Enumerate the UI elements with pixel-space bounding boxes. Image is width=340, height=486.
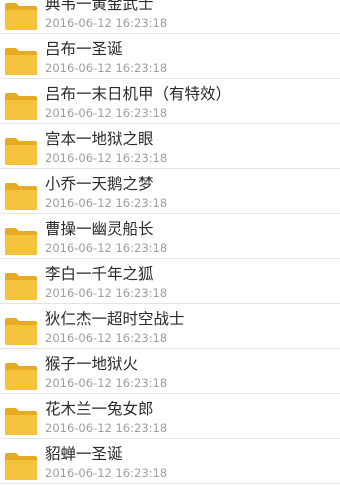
- list-item[interactable]: 貂蝉一圣诞 2016-06-12 16:23:18: [0, 439, 340, 484]
- folder-icon: [4, 136, 38, 166]
- item-name: 吕布一末日机甲（有特效）: [45, 85, 232, 103]
- list-item[interactable]: 宫本一地狱之眼 2016-06-12 16:23:18: [0, 124, 340, 169]
- item-date: 2016-06-12 16:23:18: [45, 61, 168, 75]
- item-date: 2016-06-12 16:23:18: [45, 376, 168, 390]
- list-item[interactable]: 猴子一地狱火 2016-06-12 16:23:18: [0, 349, 340, 394]
- item-name: 吕布一圣诞: [45, 40, 123, 58]
- item-date: 2016-06-12 16:23:18: [45, 196, 168, 210]
- list-item[interactable]: 狄仁杰一超时空战士 2016-06-12 16:23:18: [0, 304, 340, 349]
- list-item[interactable]: 曹操一幽灵船长 2016-06-12 16:23:18: [0, 214, 340, 259]
- item-date: 2016-06-12 16:23:18: [45, 331, 168, 345]
- item-date: 2016-06-12 16:23:18: [45, 421, 168, 435]
- item-name: 狄仁杰一超时空战士: [45, 310, 185, 328]
- item-date: 2016-06-12 16:23:18: [45, 16, 168, 30]
- item-name: 李白一千年之狐: [45, 265, 154, 283]
- folder-icon: [4, 316, 38, 346]
- item-date: 2016-06-12 16:23:18: [45, 466, 168, 480]
- list-item[interactable]: 吕布一末日机甲（有特效） 2016-06-12 16:23:18: [0, 79, 340, 124]
- list-item[interactable]: 李白一千年之狐 2016-06-12 16:23:18: [0, 259, 340, 304]
- list-item[interactable]: 吕布一圣诞 2016-06-12 16:23:18: [0, 34, 340, 79]
- item-name: 宫本一地狱之眼: [45, 130, 154, 148]
- list-item[interactable]: 花木兰一兔女郎 2016-06-12 16:23:18: [0, 394, 340, 439]
- item-name: 猴子一地狱火: [45, 355, 139, 373]
- item-name: 貂蝉一圣诞: [45, 445, 123, 463]
- folder-icon: [4, 451, 38, 481]
- item-name: 小乔一天鹅之梦: [45, 175, 154, 193]
- folder-icon: [4, 361, 38, 391]
- list-item[interactable]: 典韦一黄金武士 2016-06-12 16:23:18: [0, 0, 340, 34]
- folder-icon: [4, 46, 38, 76]
- item-date: 2016-06-12 16:23:18: [45, 106, 168, 120]
- item-date: 2016-06-12 16:23:18: [45, 241, 168, 255]
- file-list: 典韦一黄金武士 2016-06-12 16:23:18 吕布一圣诞 2016-0…: [0, 0, 340, 484]
- folder-icon: [4, 271, 38, 301]
- folder-icon: [4, 181, 38, 211]
- item-date: 2016-06-12 16:23:18: [45, 151, 168, 165]
- item-name: 典韦一黄金武士: [45, 0, 154, 13]
- item-name: 曹操一幽灵船长: [45, 220, 154, 238]
- folder-icon: [4, 1, 38, 31]
- folder-icon: [4, 406, 38, 436]
- list-item[interactable]: 小乔一天鹅之梦 2016-06-12 16:23:18: [0, 169, 340, 214]
- folder-icon: [4, 91, 38, 121]
- folder-icon: [4, 226, 38, 256]
- item-date: 2016-06-12 16:23:18: [45, 286, 168, 300]
- item-name: 花木兰一兔女郎: [45, 400, 154, 418]
